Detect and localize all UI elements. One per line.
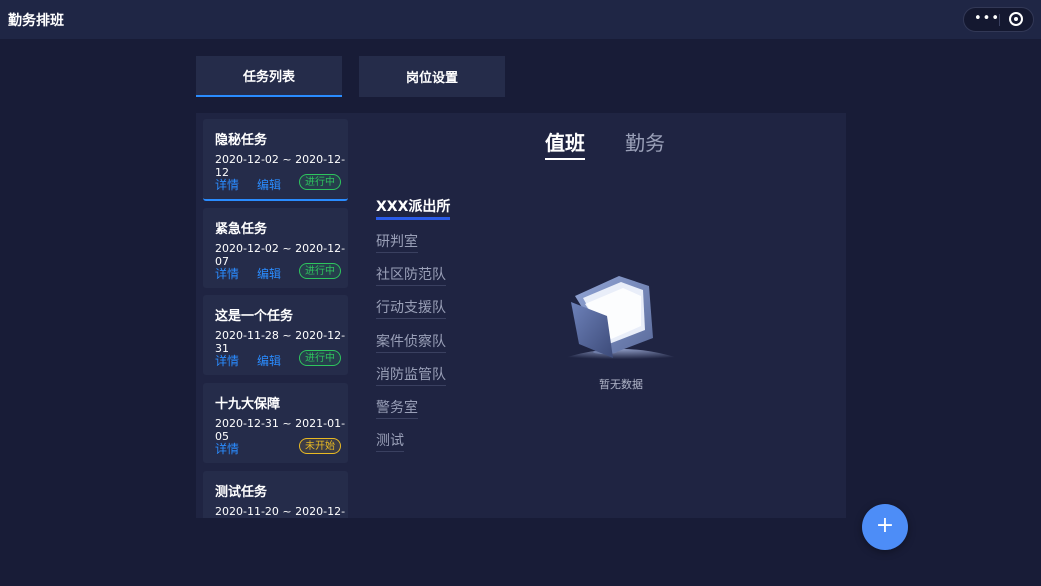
task-detail-link[interactable]: 详情: [215, 265, 239, 282]
department-item[interactable]: XXX派出所: [376, 196, 451, 220]
task-name: 这是一个任务: [215, 309, 294, 324]
task-date: 2020-12-02 ~ 2020-12-07: [215, 242, 346, 268]
department-item[interactable]: 研判室: [376, 231, 418, 253]
task-date: 2020-11-20 ~ 2020-12-20: [215, 505, 346, 518]
task-actions: 详情 未开始: [215, 438, 348, 458]
tab-on-duty[interactable]: 值班: [545, 127, 585, 160]
tab-position-settings[interactable]: 岗位设置: [359, 56, 505, 97]
header-capsule: •••: [963, 7, 1034, 32]
task-actions: 详情 编辑 进行中: [215, 174, 348, 194]
empty-state: 暂无数据: [541, 268, 701, 393]
task-name: 测试任务: [215, 485, 268, 500]
main-panel: 隐秘任务 2020-12-02 ~ 2020-12-12 详情 编辑 进行中 紧…: [196, 113, 846, 518]
task-card[interactable]: 测试任务 2020-11-20 ~ 2020-12-20: [203, 471, 348, 518]
tab-task-list[interactable]: 任务列表: [196, 56, 342, 97]
more-dots-icon[interactable]: •••: [974, 11, 1000, 26]
task-actions: 详情 编辑 进行中: [215, 263, 348, 283]
status-badge: 进行中: [299, 174, 341, 190]
department-item[interactable]: 行动支援队: [376, 297, 446, 319]
task-date: 2020-12-31 ~ 2021-01-05: [215, 417, 346, 443]
status-badge: 未开始: [299, 438, 341, 454]
app-title: 勤务排班: [8, 13, 64, 29]
add-button[interactable]: +: [862, 504, 908, 550]
task-card[interactable]: 紧急任务 2020-12-02 ~ 2020-12-07 详情 编辑 进行中: [203, 208, 348, 288]
task-edit-link[interactable]: 编辑: [257, 176, 281, 193]
empty-folder-icon: [543, 276, 699, 366]
task-date: 2020-11-28 ~ 2020-12-31: [215, 329, 346, 355]
title-bar: 勤务排班 •••: [0, 0, 1041, 39]
task-card[interactable]: 这是一个任务 2020-11-28 ~ 2020-12-31 详情 编辑 进行中: [203, 295, 348, 375]
task-detail-link[interactable]: 详情: [215, 440, 239, 457]
empty-state-text: 暂无数据: [599, 378, 643, 391]
task-actions: 详情 编辑 进行中: [215, 350, 348, 370]
task-list[interactable]: 隐秘任务 2020-12-02 ~ 2020-12-12 详情 编辑 进行中 紧…: [196, 113, 354, 518]
task-edit-link[interactable]: 编辑: [257, 352, 281, 369]
task-detail-link[interactable]: 详情: [215, 176, 239, 193]
capsule-divider: [999, 14, 1000, 26]
department-item[interactable]: 测试: [376, 430, 404, 452]
target-circle-icon[interactable]: [1009, 12, 1023, 26]
task-detail-link[interactable]: 详情: [215, 352, 239, 369]
department-item[interactable]: 消防监管队: [376, 364, 446, 386]
department-item[interactable]: 警务室: [376, 397, 418, 419]
status-badge: 进行中: [299, 350, 341, 366]
status-badge: 进行中: [299, 263, 341, 279]
task-name: 隐秘任务: [215, 133, 268, 148]
task-card[interactable]: 隐秘任务 2020-12-02 ~ 2020-12-12 详情 编辑 进行中: [203, 119, 348, 201]
task-name: 紧急任务: [215, 222, 268, 237]
task-name: 十九大保障: [215, 397, 281, 412]
department-item[interactable]: 社区防范队: [376, 264, 446, 286]
task-edit-link[interactable]: 编辑: [257, 265, 281, 282]
add-icon: +: [875, 513, 895, 538]
tab-service[interactable]: 勤务: [625, 127, 665, 158]
task-card[interactable]: 十九大保障 2020-12-31 ~ 2021-01-05 详情 未开始: [203, 383, 348, 463]
task-date: 2020-12-02 ~ 2020-12-12: [215, 153, 346, 179]
department-item[interactable]: 案件侦察队: [376, 331, 446, 353]
